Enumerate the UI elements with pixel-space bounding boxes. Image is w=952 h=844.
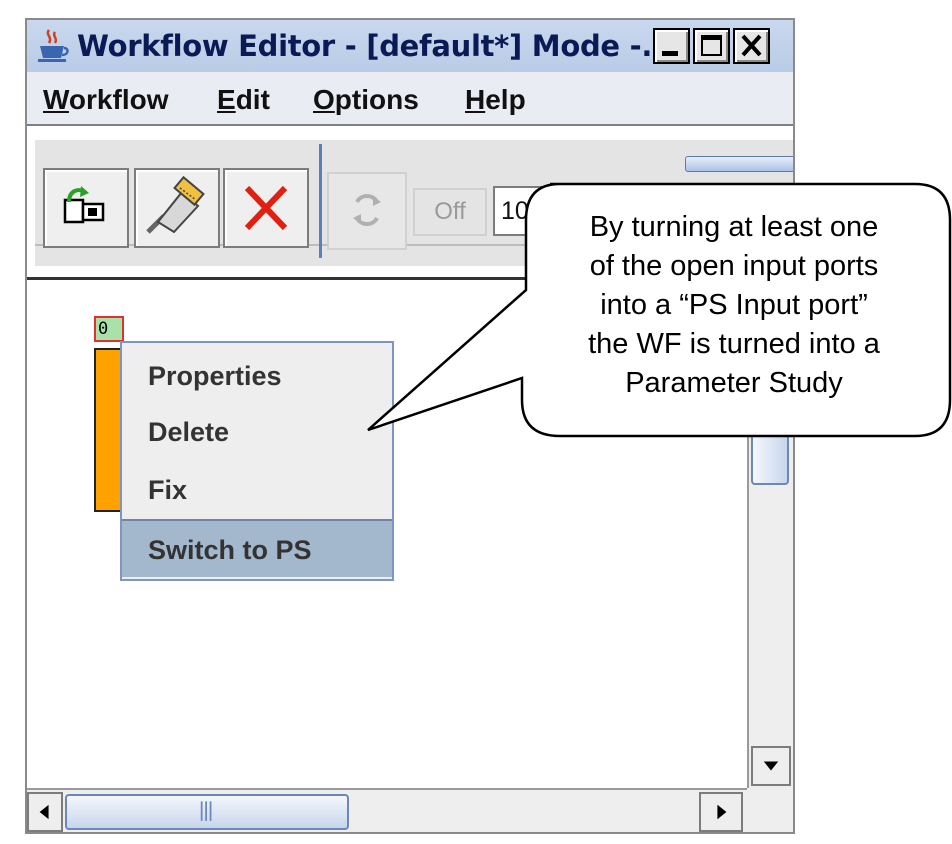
menu-workflow-rest: orkflow (68, 84, 169, 115)
horizontal-scroll-thumb[interactable] (65, 794, 349, 830)
menu-workflow-mnemonic: W (43, 84, 69, 115)
callout-line: Parameter Study (625, 367, 843, 399)
connect-button[interactable] (134, 168, 220, 248)
menu-help[interactable]: Help (465, 84, 526, 116)
open-folder-icon (63, 186, 105, 224)
callout-text: By turning at least one of the open inpu… (524, 208, 944, 403)
menu-item-fix[interactable]: Fix (122, 461, 392, 519)
menu-options[interactable]: Options (313, 84, 419, 116)
scroll-down-button[interactable] (751, 746, 791, 786)
toolbar-separator (319, 144, 322, 258)
menu-edit[interactable]: Edit (217, 84, 270, 116)
plug-icon (146, 175, 205, 234)
menu-help-rest: elp (485, 84, 526, 115)
minimize-icon (662, 51, 678, 56)
open-button[interactable] (43, 168, 129, 248)
menu-options-rest: ptions (334, 84, 419, 115)
red-x-icon (244, 185, 288, 231)
callout-line: By turning at least one (589, 211, 879, 243)
input-port[interactable]: 0 (94, 316, 124, 342)
scroll-left-button[interactable] (27, 792, 63, 832)
callout-line: into a “PS Input port” (600, 289, 868, 321)
window-title: Workflow Editor - [default*] Mode -... (77, 29, 674, 63)
menu-edit-mnemonic: E (217, 84, 236, 115)
maximize-button[interactable] (693, 28, 730, 64)
callout-line: the WF is turned into a (588, 328, 880, 360)
scrollbar-corner (747, 788, 793, 832)
callout-line: of the open input ports (589, 250, 879, 282)
minimize-button[interactable] (653, 28, 690, 64)
scroll-right-button[interactable] (699, 792, 743, 832)
java-cup-icon (38, 29, 69, 62)
triangle-left-icon (39, 804, 49, 820)
zoom-slider[interactable] (685, 156, 793, 172)
horizontal-scrollbar[interactable] (27, 788, 747, 832)
menu-item-delete[interactable]: Delete (122, 403, 392, 461)
menu-item-properties[interactable]: Properties (122, 347, 392, 405)
menu-edit-rest: dit (235, 84, 270, 115)
triangle-right-icon (717, 804, 727, 820)
grip-icon (200, 801, 212, 821)
context-menu: Properties Delete Fix Switch to PS (120, 341, 394, 581)
menu-bar: Workflow Edit Options Help (27, 72, 793, 126)
menu-options-mnemonic: O (313, 84, 335, 115)
maximize-icon (701, 35, 722, 56)
menu-workflow[interactable]: Workflow (43, 84, 168, 116)
menu-help-mnemonic: H (465, 84, 486, 115)
menu-item-switch-to-ps[interactable]: Switch to PS (122, 519, 392, 577)
triangle-down-icon (763, 761, 779, 771)
delete-button[interactable] (223, 168, 309, 248)
close-button[interactable] (733, 28, 770, 64)
title-bar[interactable]: Workflow Editor - [default*] Mode -... (27, 20, 793, 72)
close-icon (741, 34, 762, 57)
